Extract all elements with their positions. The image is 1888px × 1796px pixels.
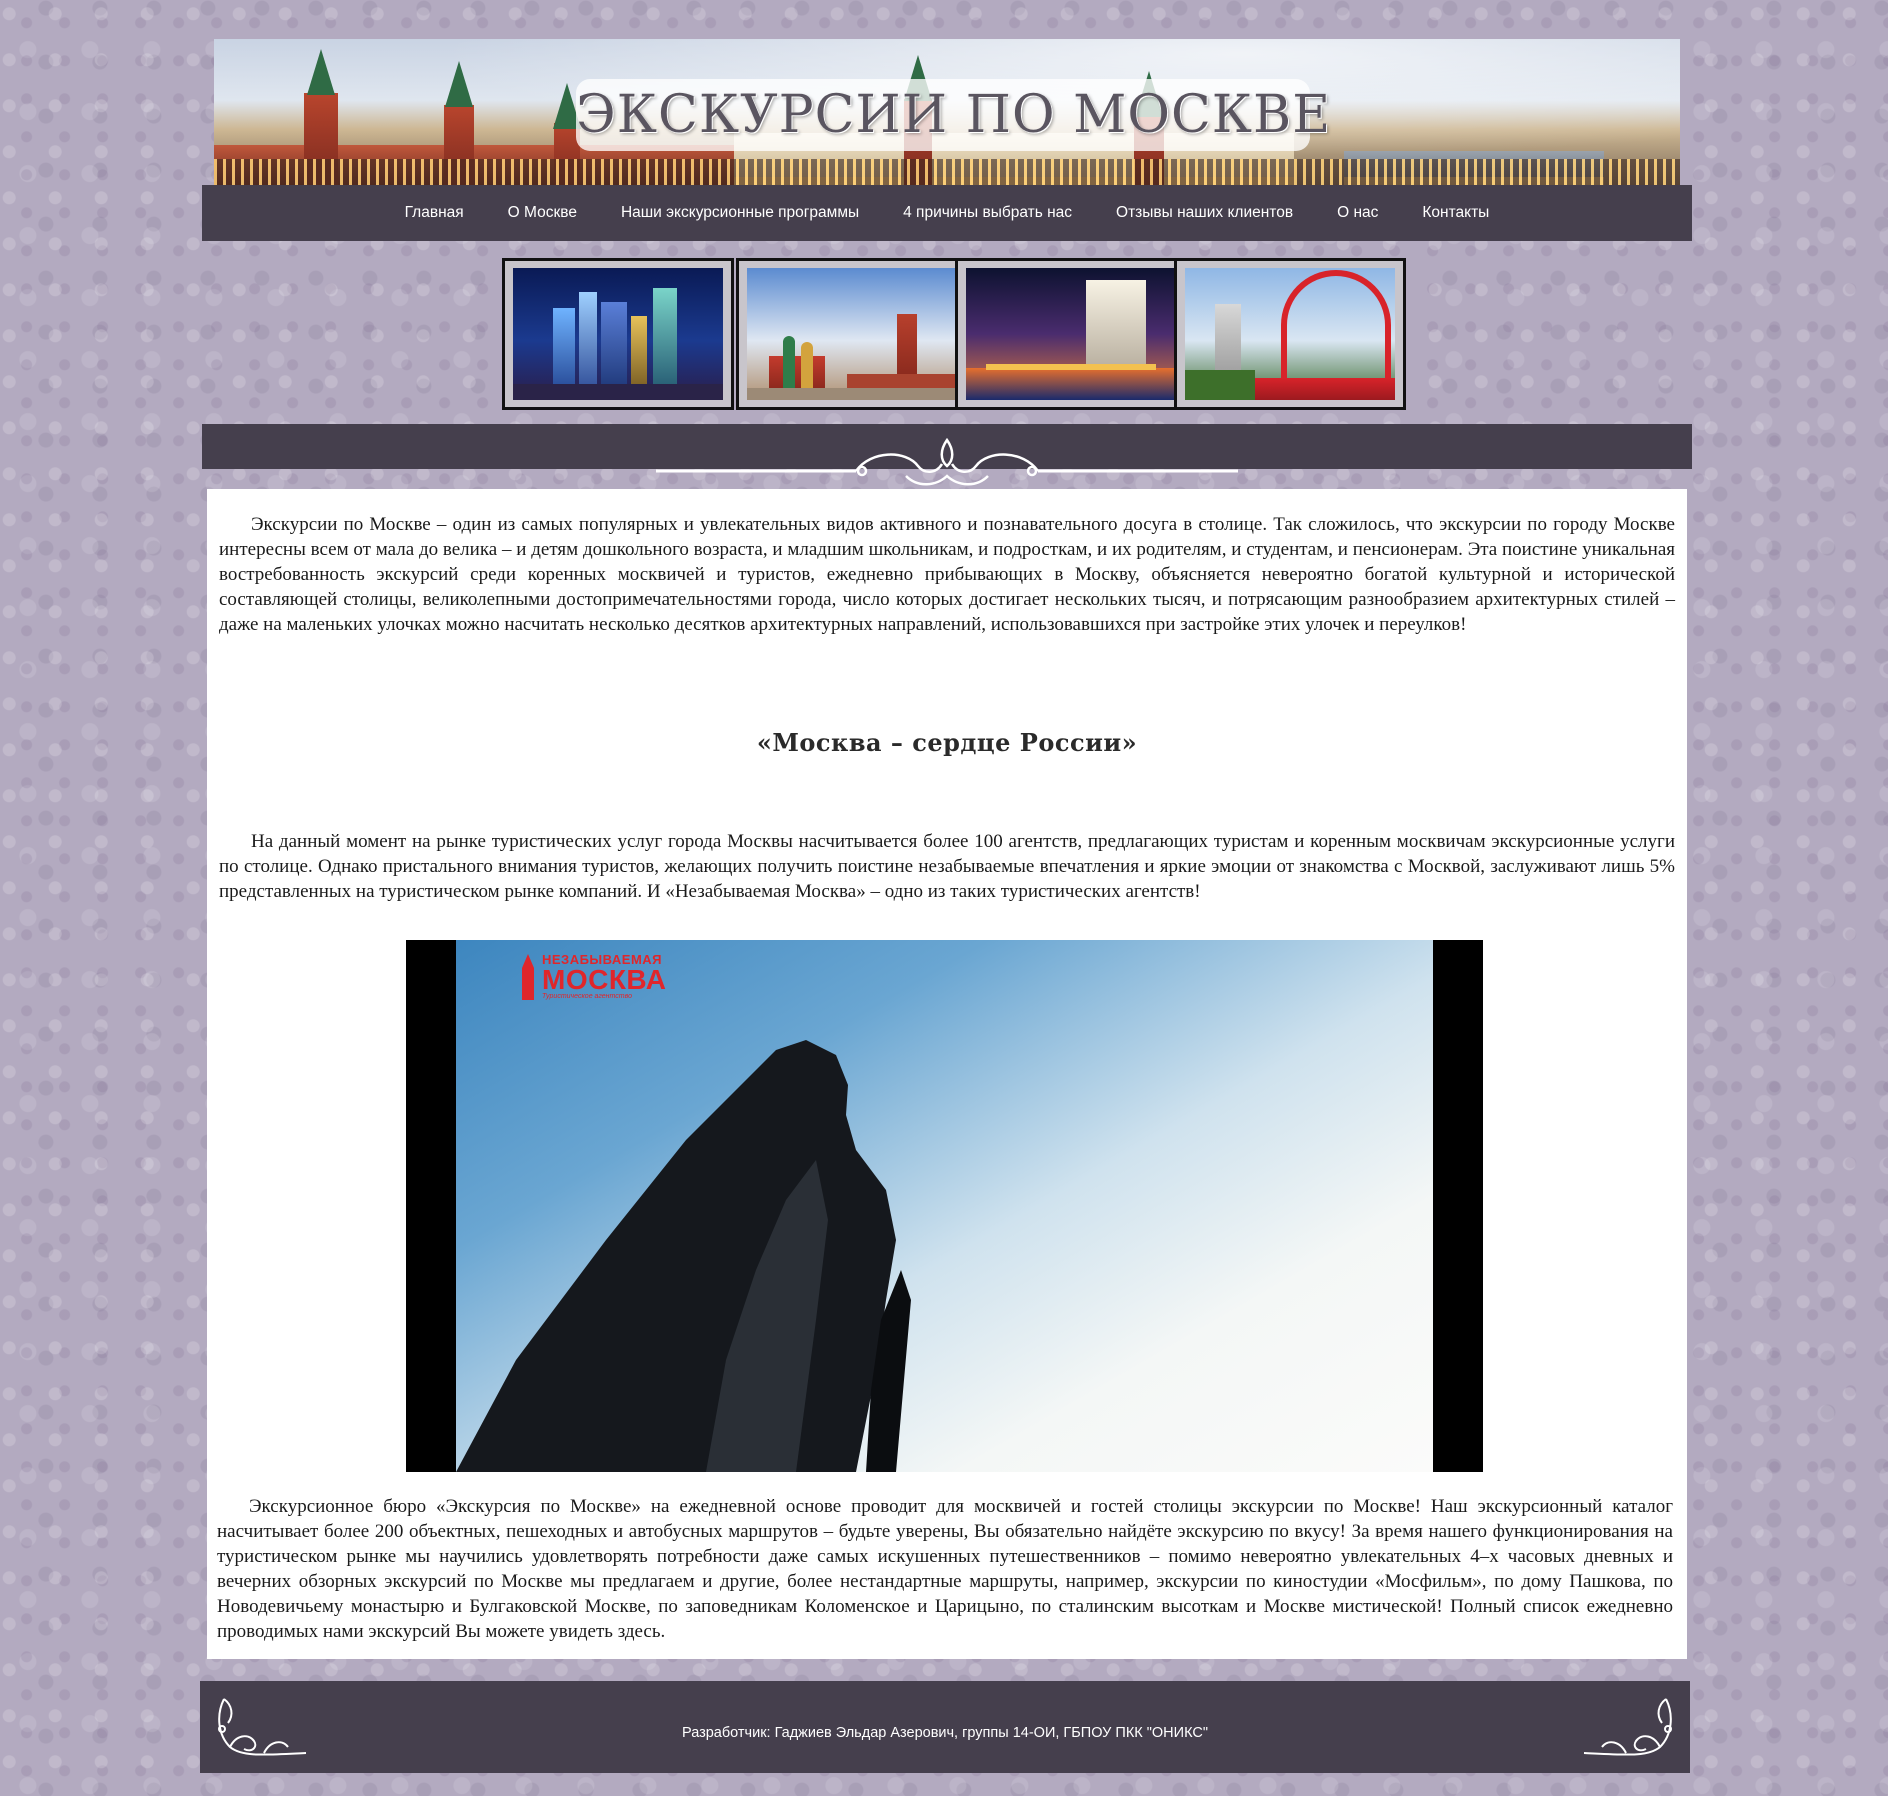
nav-item-about-moscow[interactable]: О Москве: [508, 204, 577, 222]
gallery-thumb-river-night[interactable]: [955, 258, 1187, 410]
nav-item-reviews[interactable]: Отзывы наших клиентов: [1116, 204, 1293, 222]
nav-item-programs[interactable]: Наши экскурсионные программы: [621, 204, 859, 222]
video-player[interactable]: НЕЗАБЫВАЕМАЯ МОСКВА Туристическое агентс…: [406, 940, 1483, 1472]
video-frame: НЕЗАБЫВАЕМАЯ МОСКВА Туристическое агентс…: [456, 940, 1433, 1472]
nav-item-reasons[interactable]: 4 причины выбрать нас: [903, 204, 1072, 222]
video-logo: НЕЗАБЫВАЕМАЯ МОСКВА Туристическое агентс…: [542, 952, 667, 1000]
section-heading: «Москва – сердце России»: [756, 728, 1138, 757]
gallery-thumb-moscow-city[interactable]: [502, 258, 734, 410]
corner-ornament-icon: [1583, 1698, 1672, 1756]
moscow-river-night-image: [966, 268, 1176, 400]
gallery-thumb-bridge[interactable]: [1174, 258, 1406, 410]
nav-item-contacts[interactable]: Контакты: [1422, 204, 1489, 222]
gallery-thumb-red-square[interactable]: [736, 258, 968, 410]
logo-line-2: МОСКВА: [542, 964, 667, 995]
kremlin-tower-icon: [522, 954, 534, 1000]
nav-item-about-us[interactable]: О нас: [1337, 204, 1378, 222]
footer-credits: Разработчик: Гаджиев Эльдар Азерович, гр…: [682, 1725, 1208, 1741]
site-title: ЭКСКУРСИИ ПО МОСКВЕ: [576, 85, 1332, 145]
moscow-city-skyscrapers-image: [513, 268, 723, 400]
header-banner: ЭКСКУРСИИ ПО МОСКВЕ: [214, 39, 1680, 185]
nav-item-home[interactable]: Главная: [405, 204, 464, 222]
ornament-divider-icon: [656, 437, 1238, 486]
agencies-paragraph: На данный момент на рынке туристических …: [219, 831, 1675, 902]
intro-paragraph: Экскурсии по Москве – один из самых попу…: [219, 514, 1675, 635]
statue-silhouette: [456, 1040, 911, 1472]
bureau-paragraph: Экскурсионное бюро «Экскурсия по Москве»…: [217, 1496, 1673, 1642]
red-square-image: [747, 268, 957, 400]
banner-lights: [214, 159, 1680, 185]
zhivopisny-bridge-image: [1185, 268, 1395, 400]
main-nav: Главная О Москве Наши экскурсионные прог…: [202, 185, 1692, 241]
footer: Разработчик: Гаджиев Эльдар Азерович, гр…: [200, 1681, 1690, 1773]
